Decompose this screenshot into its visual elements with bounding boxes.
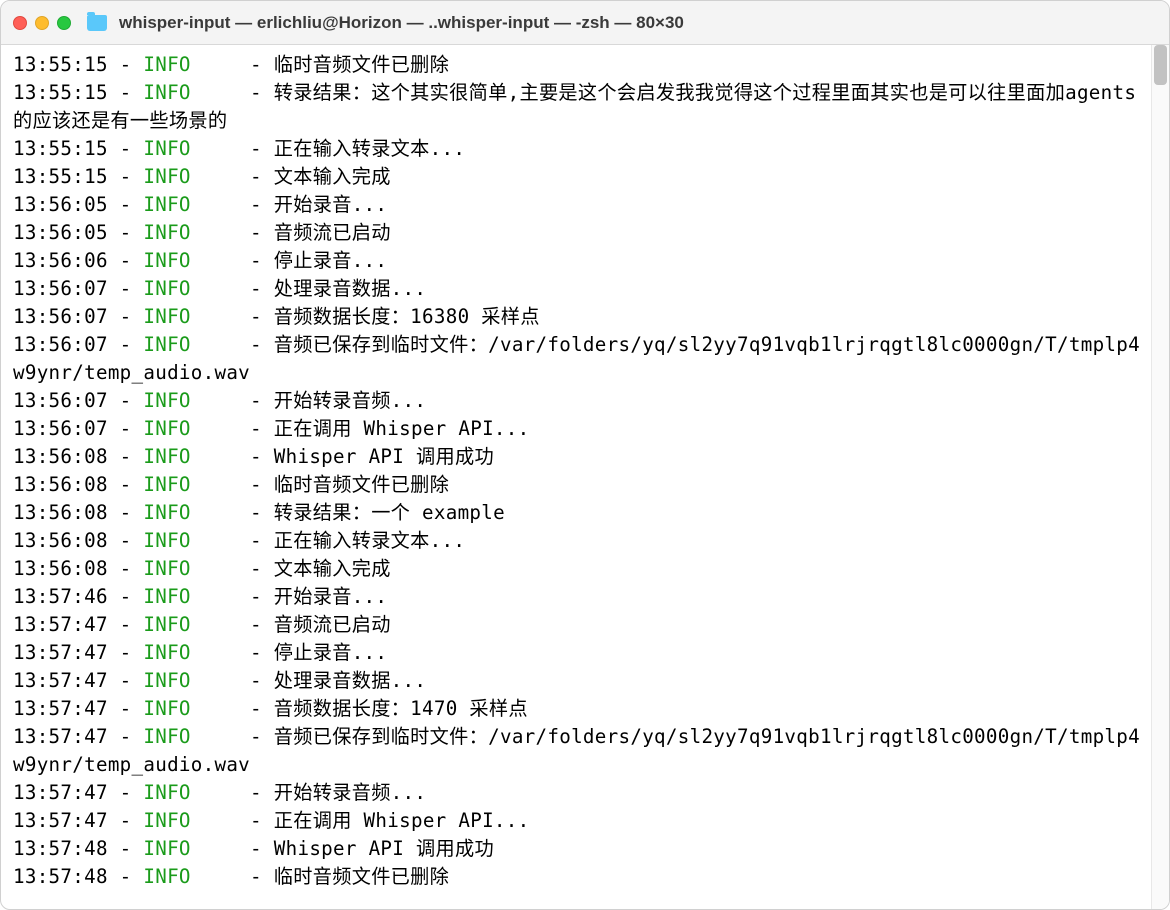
log-line: 13:57:47 - INFO - 开始转录音频... — [13, 781, 426, 804]
log-level: INFO — [143, 837, 238, 860]
window-title: whisper-input — erlichliu@Horizon — ..wh… — [119, 13, 684, 33]
log-line: 13:55:15 - INFO - 正在输入转录文本... — [13, 137, 465, 160]
log-level: INFO — [143, 781, 238, 804]
log-line: 13:56:07 - INFO - 音频已保存到临时文件：/var/folder… — [13, 333, 1140, 384]
log-level: INFO — [143, 221, 238, 244]
terminal-output[interactable]: 13:55:15 - INFO - 临时音频文件已删除 13:55:15 - I… — [1, 45, 1151, 909]
log-level: INFO — [143, 697, 238, 720]
log-line: 13:57:48 - INFO - Whisper API 调用成功 — [13, 837, 494, 860]
log-line: 13:57:47 - INFO - 停止录音... — [13, 641, 387, 664]
log-level: INFO — [143, 865, 238, 888]
log-level: INFO — [143, 137, 238, 160]
log-line: 13:56:07 - INFO - 处理录音数据... — [13, 277, 426, 300]
log-level: INFO — [143, 641, 238, 664]
log-line: 13:57:48 - INFO - 临时音频文件已删除 — [13, 865, 449, 888]
log-line: 13:56:08 - INFO - 转录结果：一个 example — [13, 501, 505, 524]
log-level: INFO — [143, 53, 238, 76]
log-line: 13:57:47 - INFO - 音频流已启动 — [13, 613, 391, 636]
log-level: INFO — [143, 809, 238, 832]
log-line: 13:56:08 - INFO - Whisper API 调用成功 — [13, 445, 494, 468]
folder-icon — [87, 15, 107, 31]
log-line: 13:56:08 - INFO - 临时音频文件已删除 — [13, 473, 449, 496]
minimize-button[interactable] — [35, 16, 49, 30]
log-level: INFO — [143, 389, 238, 412]
log-level: INFO — [143, 277, 238, 300]
log-line: 13:55:15 - INFO - 临时音频文件已删除 — [13, 53, 449, 76]
terminal-body[interactable]: 13:55:15 - INFO - 临时音频文件已删除 13:55:15 - I… — [1, 45, 1169, 909]
log-line: 13:56:07 - INFO - 正在调用 Whisper API... — [13, 417, 530, 440]
maximize-button[interactable] — [57, 16, 71, 30]
log-line: 13:57:46 - INFO - 开始录音... — [13, 585, 387, 608]
log-level: INFO — [143, 305, 238, 328]
scrollbar-thumb[interactable] — [1154, 45, 1167, 85]
log-level: INFO — [143, 529, 238, 552]
log-line: 13:56:05 - INFO - 开始录音... — [13, 193, 387, 216]
log-level: INFO — [143, 165, 238, 188]
log-line: 13:56:05 - INFO - 音频流已启动 — [13, 221, 391, 244]
log-line: 13:56:07 - INFO - 开始转录音频... — [13, 389, 426, 412]
log-level: INFO — [143, 725, 238, 748]
log-line: 13:57:47 - INFO - 正在调用 Whisper API... — [13, 809, 530, 832]
log-level: INFO — [143, 557, 238, 580]
log-line: 13:57:47 - INFO - 处理录音数据... — [13, 669, 426, 692]
traffic-lights — [13, 16, 71, 30]
log-line: 13:56:07 - INFO - 音频数据长度：16380 采样点 — [13, 305, 540, 328]
log-line: 13:56:08 - INFO - 正在输入转录文本... — [13, 529, 465, 552]
log-line: 13:57:47 - INFO - 音频数据长度：1470 采样点 — [13, 697, 528, 720]
log-line: 13:56:08 - INFO - 文本输入完成 — [13, 557, 391, 580]
log-line: 13:55:15 - INFO - 文本输入完成 — [13, 165, 391, 188]
terminal-window: whisper-input — erlichliu@Horizon — ..wh… — [0, 0, 1170, 910]
log-level: INFO — [143, 417, 238, 440]
log-level: INFO — [143, 249, 238, 272]
log-level: INFO — [143, 613, 238, 636]
log-level: INFO — [143, 81, 238, 104]
log-level: INFO — [143, 501, 238, 524]
log-line: 13:56:06 - INFO - 停止录音... — [13, 249, 387, 272]
log-line: 13:55:15 - INFO - 转录结果：这个其实很简单,主要是这个会启发我… — [13, 81, 1136, 132]
scrollbar-track[interactable] — [1151, 45, 1169, 909]
titlebar[interactable]: whisper-input — erlichliu@Horizon — ..wh… — [1, 1, 1169, 45]
log-level: INFO — [143, 585, 238, 608]
log-level: INFO — [143, 445, 238, 468]
log-level: INFO — [143, 333, 238, 356]
close-button[interactable] — [13, 16, 27, 30]
log-line: 13:57:47 - INFO - 音频已保存到临时文件：/var/folder… — [13, 725, 1140, 776]
log-level: INFO — [143, 193, 238, 216]
log-level: INFO — [143, 669, 238, 692]
log-level: INFO — [143, 473, 238, 496]
